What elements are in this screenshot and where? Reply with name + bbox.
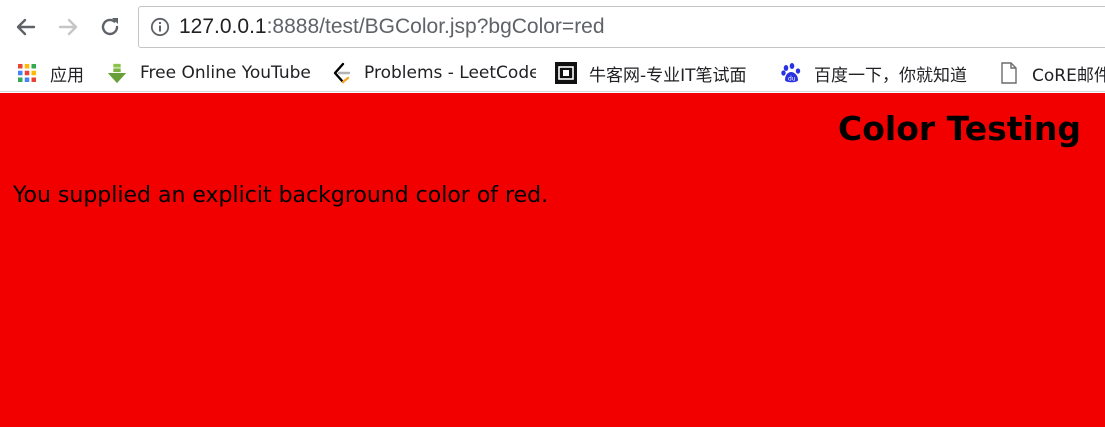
bookmark-label: Problems - LeetCode (364, 63, 536, 83)
nowcoder-icon (555, 62, 577, 84)
url-path: :8888/test/BGColor.jsp?bgColor=red (266, 15, 605, 38)
bookmark-core-mail[interactable]: CoRE邮件 (998, 58, 1105, 88)
bookmark-baidu[interactable]: du 百度一下，你就知道 (780, 58, 984, 88)
back-button[interactable] (11, 12, 41, 42)
bookmark-label: 牛客网-专业IT笔试面 (589, 65, 747, 86)
bookmark-leetcode[interactable]: Problems - LeetCode (330, 58, 536, 88)
info-circle-icon[interactable] (149, 16, 171, 38)
bookmark-label: 应用 (50, 65, 84, 86)
baidu-paw-icon: du (780, 62, 802, 84)
bookmark-nowcoder[interactable]: 牛客网-专业IT笔试面 (555, 58, 769, 88)
apps-grid-icon (16, 62, 38, 84)
arrow-left-icon (16, 18, 36, 36)
leetcode-icon (330, 62, 352, 84)
bookmark-label: Free Online YouTube (140, 63, 311, 83)
page-title: Color Testing (838, 109, 1081, 148)
url-host: 127.0.0.1 (179, 15, 267, 38)
reload-button[interactable] (95, 12, 125, 42)
bookmark-label: 百度一下，你就知道 (814, 65, 967, 86)
url-text[interactable]: 127.0.0.1:8888/test/BGColor.jsp?bgColor=… (179, 15, 605, 39)
document-icon (998, 62, 1020, 84)
browser-toolbar: 127.0.0.1:8888/test/BGColor.jsp?bgColor=… (0, 0, 1105, 54)
page-message: You supplied an explicit background colo… (13, 183, 549, 208)
bookmark-free-online-youtube[interactable]: Free Online YouTube (106, 58, 312, 88)
svg-text:du: du (788, 76, 796, 83)
forward-button[interactable] (53, 12, 83, 42)
arrow-right-icon (58, 18, 78, 36)
green-down-arrow-icon (106, 62, 128, 84)
bookmarks-bar: 应用 Free Online YouTube Problems - LeetCo… (0, 54, 1105, 92)
reload-icon (101, 18, 119, 36)
browser-window: 127.0.0.1:8888/test/BGColor.jsp?bgColor=… (0, 0, 1105, 427)
page-content: Color Testing You supplied an explicit b… (0, 93, 1105, 427)
bookmark-label: CoRE邮件 (1032, 65, 1105, 86)
bookmark-apps[interactable]: 应用 (16, 58, 84, 88)
address-bar[interactable]: 127.0.0.1:8888/test/BGColor.jsp?bgColor=… (138, 6, 1105, 48)
